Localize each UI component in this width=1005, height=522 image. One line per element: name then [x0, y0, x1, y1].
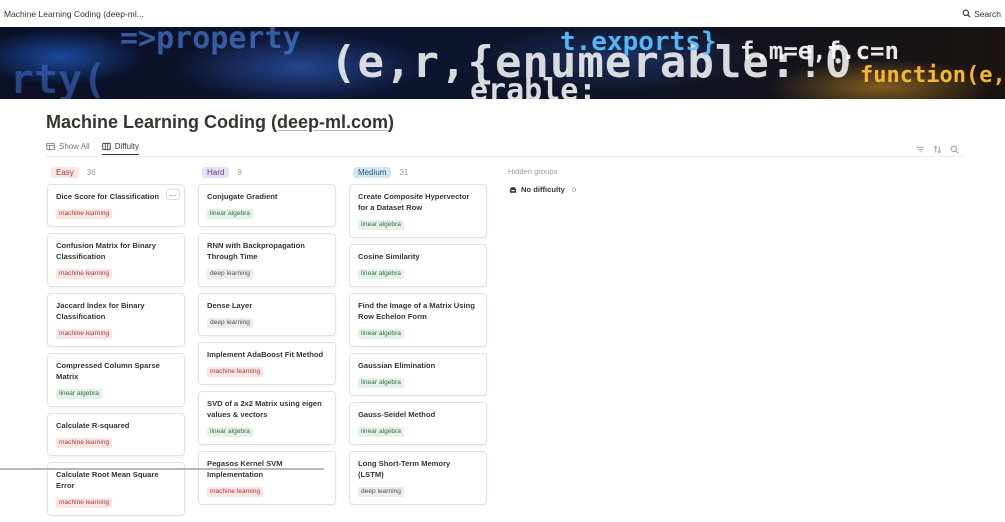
card-title: Cosine Similarity	[358, 251, 478, 262]
board-card[interactable]: Dense Layer deep learning	[198, 293, 336, 336]
search-icon	[950, 145, 959, 154]
board-icon	[102, 142, 111, 151]
board-card[interactable]: Gauss-Seidel Method linear algebra	[349, 402, 487, 445]
search-button[interactable]: Search	[962, 9, 1001, 19]
card-tag: machine learning	[56, 498, 112, 508]
card-tag: linear algebra	[56, 389, 102, 399]
card-tag: machine learning	[207, 367, 263, 377]
hidden-group-count: 0	[572, 185, 576, 194]
board-card[interactable]: Compressed Column Sparse Matrix linear a…	[47, 353, 185, 407]
card-title: Long Short-Term Memory (LSTM)	[358, 458, 478, 480]
sort-button[interactable]	[933, 141, 942, 150]
board-column-hard: Hard 9 Conjugate Gradient linear algebra…	[198, 165, 336, 511]
search-label: Search	[974, 9, 1001, 19]
tab-difficulty-label: Diffulty	[115, 142, 139, 151]
group-tag-hard[interactable]: Hard	[202, 167, 229, 178]
card-tag: linear algebra	[358, 378, 404, 388]
column-header: Easy 36	[47, 165, 185, 179]
board-card[interactable]: Conjugate Gradient linear algebra	[198, 184, 336, 227]
board-card[interactable]: Calculate Root Mean Square Error machine…	[47, 462, 185, 516]
board-card[interactable]: Calculate R-squared machine learning	[47, 413, 185, 456]
card-title: Create Composite Hypervector for a Datas…	[358, 191, 478, 213]
board-card[interactable]: SVD of a 2x2 Matrix using eigen values &…	[198, 391, 336, 445]
card-tag: machine learning	[56, 269, 112, 279]
card-title: Dice Score for Classification	[56, 191, 176, 202]
page-title-prefix: Machine Learning Coding (	[46, 112, 277, 132]
board-card[interactable]: Cosine Similarity linear algebra	[349, 244, 487, 287]
board-card[interactable]: Gaussian Elimination linear algebra	[349, 353, 487, 396]
card-tag: deep learning	[358, 487, 404, 497]
hidden-groups-label: Hidden groups	[508, 167, 557, 176]
view-search-button[interactable]	[950, 141, 959, 150]
view-toolbar	[916, 141, 959, 150]
card-title: Dense Layer	[207, 300, 327, 311]
board-card[interactable]: Confusion Matrix for Binary Classificati…	[47, 233, 185, 287]
table-icon	[46, 142, 55, 151]
group-tag-medium[interactable]: Medium	[353, 167, 391, 178]
view-tabs: Show All Diffulty	[46, 138, 139, 156]
board-card[interactable]: Long Short-Term Memory (LSTM) deep learn…	[349, 451, 487, 505]
board-card[interactable]: Pegasos Kernel SVM Implementation machin…	[198, 451, 336, 505]
card-tag: linear algebra	[358, 329, 404, 339]
hidden-group-no-difficulty[interactable]: No difficulty 0	[509, 185, 576, 194]
filter-icon	[916, 145, 925, 154]
card-tag: machine learning	[56, 438, 112, 448]
inbox-icon	[509, 186, 517, 194]
card-more-button[interactable]: ...	[166, 189, 180, 200]
tab-show-all-label: Show All	[59, 142, 90, 151]
card-tag: machine learning	[56, 329, 112, 339]
board-column-medium: Medium 31 Create Composite Hypervector f…	[349, 165, 487, 511]
search-icon	[962, 9, 971, 18]
top-bar: Machine Learning Coding (deep-ml... Sear…	[0, 0, 1005, 27]
cover-image: rty( =>property (e,r,{enumerable:!0 t.ex…	[0, 27, 1005, 99]
board-card[interactable]: RNN with Backpropagation Through Time de…	[198, 233, 336, 287]
card-title: Gaussian Elimination	[358, 360, 478, 371]
column-header: Hard 9	[198, 165, 336, 179]
sort-icon	[933, 145, 942, 154]
card-title: Calculate R-squared	[56, 420, 176, 431]
card-title: Find the Image of a Matrix Using Row Ech…	[358, 300, 478, 322]
breadcrumb[interactable]: Machine Learning Coding (deep-ml...	[4, 9, 144, 19]
card-tag: deep learning	[207, 269, 253, 279]
board-card[interactable]: Dice Score for Classification machine le…	[47, 184, 185, 227]
page-title-suffix: )	[388, 112, 394, 132]
card-title: Calculate Root Mean Square Error	[56, 469, 176, 491]
board-card[interactable]: Implement AdaBoost Fit Method machine le…	[198, 342, 336, 385]
card-tag: linear algebra	[358, 220, 404, 230]
group-count: 9	[237, 168, 241, 177]
more-icon: ...	[169, 191, 176, 198]
tab-show-all[interactable]: Show All	[46, 138, 90, 155]
card-title: SVD of a 2x2 Matrix using eigen values &…	[207, 398, 327, 420]
column-header: Medium 31	[349, 165, 487, 179]
view-divider	[46, 156, 963, 157]
page-title: Machine Learning Coding (deep-ml.com)	[46, 112, 394, 133]
card-title: Implement AdaBoost Fit Method	[207, 349, 327, 360]
card-tag: deep learning	[207, 318, 253, 328]
card-title: Conjugate Gradient	[207, 191, 327, 202]
board-card[interactable]: Jaccard Index for Binary Classification …	[47, 293, 185, 347]
card-title: Confusion Matrix for Binary Classificati…	[56, 240, 176, 262]
board-card[interactable]: Create Composite Hypervector for a Datas…	[349, 184, 487, 238]
group-count: 36	[87, 168, 96, 177]
card-title: RNN with Backpropagation Through Time	[207, 240, 327, 262]
card-tag: linear algebra	[207, 427, 253, 437]
card-title: Jaccard Index for Binary Classification	[56, 300, 176, 322]
card-tag: machine learning	[207, 487, 263, 497]
group-tag-easy[interactable]: Easy	[51, 167, 79, 178]
card-tag: linear algebra	[358, 427, 404, 437]
card-tag: linear algebra	[358, 269, 404, 279]
filter-button[interactable]	[916, 141, 925, 150]
horizontal-scrollbar[interactable]	[0, 468, 324, 470]
hidden-group-label: No difficulty	[521, 185, 565, 194]
card-title: Compressed Column Sparse Matrix	[56, 360, 176, 382]
card-tag: machine learning	[56, 209, 112, 219]
board-card[interactable]: Find the Image of a Matrix Using Row Ech…	[349, 293, 487, 347]
tab-difficulty[interactable]: Diffulty	[102, 138, 139, 155]
page-title-link[interactable]: deep-ml.com	[277, 112, 388, 132]
group-count: 31	[399, 168, 408, 177]
card-title: Gauss-Seidel Method	[358, 409, 478, 420]
card-tag: linear algebra	[207, 209, 253, 219]
